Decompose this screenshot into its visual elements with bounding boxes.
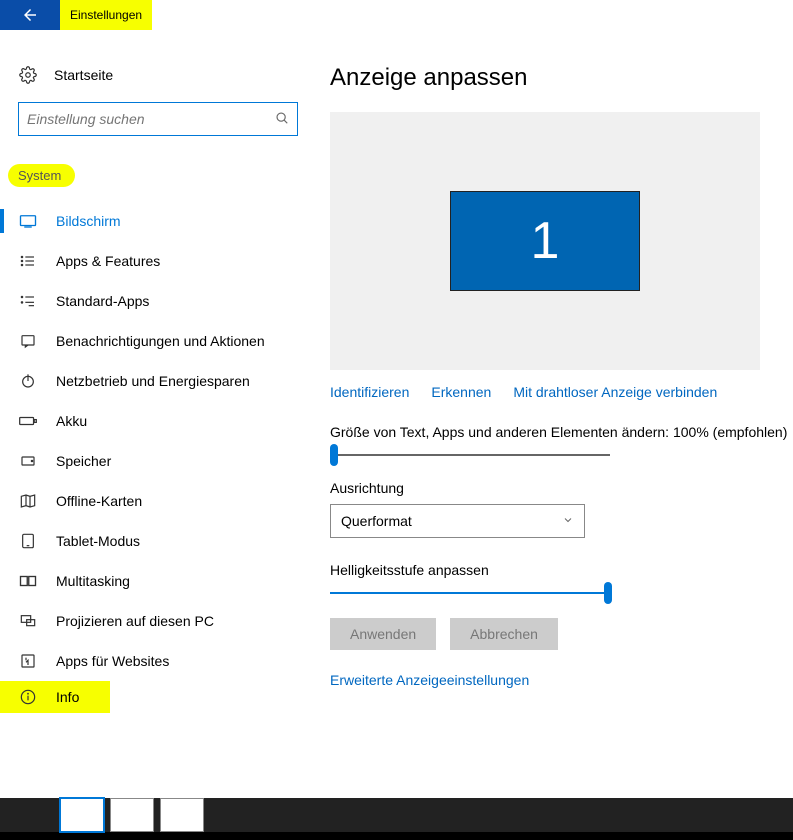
sidebar: Startseite System Bildschirm Apps & Feat… [0,30,330,798]
monitor-number: 1 [531,211,560,271]
sidebar-item-project[interactable]: Projizieren auf diesen PC [0,601,330,641]
sidebar-item-multitasking[interactable]: Multitasking [0,561,330,601]
cancel-button[interactable]: Abbrechen [450,618,558,650]
project-icon [18,613,38,629]
info-icon [18,689,38,705]
sidebar-item-storage[interactable]: Speicher [0,441,330,481]
sidebar-item-battery[interactable]: Akku [0,401,330,441]
orientation-value: Querformat [341,513,412,529]
thumbnail[interactable] [160,798,204,832]
slider-thumb[interactable] [604,582,612,604]
monitor-1[interactable]: 1 [450,191,640,291]
detect-link[interactable]: Erkennen [431,384,491,400]
gear-icon [18,66,38,84]
sidebar-home[interactable]: Startseite [0,58,330,102]
default-apps-icon [18,293,38,309]
sidebar-item-info[interactable]: Info [0,681,110,713]
sidebar-item-label: Tablet-Modus [56,533,140,549]
slider-thumb[interactable] [330,444,338,466]
brightness-slider[interactable] [330,592,610,594]
brightness-label: Helligkeitsstufe anpassen [330,562,793,578]
sidebar-home-label: Startseite [54,67,113,83]
scale-label: Größe von Text, Apps und anderen Element… [330,424,793,440]
sidebar-item-label: Speicher [56,453,111,469]
apply-button[interactable]: Anwenden [330,618,436,650]
sidebar-item-display[interactable]: Bildschirm [0,201,330,241]
advanced-display-link[interactable]: Erweiterte Anzeigeeinstellungen [330,672,793,688]
sidebar-item-offline-maps[interactable]: Offline-Karten [0,481,330,521]
sidebar-item-label: Apps & Features [56,253,160,269]
back-button[interactable] [0,0,60,30]
sidebar-item-apps-websites[interactable]: Apps für Websites [0,641,330,681]
notification-icon [18,333,38,349]
power-icon [18,373,38,389]
display-action-links: Identifizieren Erkennen Mit drahtloser A… [330,384,793,400]
search-box[interactable] [18,102,298,136]
arrow-left-icon [21,6,39,24]
thumbnail[interactable] [110,798,154,832]
list-icon [18,253,38,269]
sidebar-item-apps-features[interactable]: Apps & Features [0,241,330,281]
orientation-select[interactable]: Querformat [330,504,585,538]
identify-link[interactable]: Identifizieren [330,384,409,400]
apply-cancel-row: Anwenden Abbrechen [330,618,793,650]
orientation-label: Ausrichtung [330,480,793,496]
multitasking-icon [18,574,38,588]
sidebar-item-label: Bildschirm [56,213,121,229]
sidebar-item-label: Standard-Apps [56,293,149,309]
sidebar-item-notifications[interactable]: Benachrichtigungen und Aktionen [0,321,330,361]
tablet-icon [18,533,38,549]
sidebar-item-label: Multitasking [56,573,130,589]
sidebar-item-label: Netzbetrieb und Energiesparen [56,373,250,389]
sidebar-item-label: Akku [56,413,87,429]
sidebar-item-default-apps[interactable]: Standard-Apps [0,281,330,321]
battery-icon [18,415,38,427]
wireless-link[interactable]: Mit drahtloser Anzeige verbinden [513,384,717,400]
taskbar-thumbnails [60,798,204,832]
search-icon [275,111,289,128]
thumbnail[interactable] [60,798,104,832]
page-heading: Anzeige anpassen [330,64,793,92]
sidebar-item-label: Apps für Websites [56,653,169,669]
sidebar-category: System [8,164,75,187]
search-input[interactable] [27,111,275,127]
monitor-icon [18,214,38,228]
content-pane: Anzeige anpassen 1 Identifizieren Erkenn… [330,30,793,798]
chevron-down-icon [562,513,574,529]
window-title: Einstellungen [60,0,152,30]
taskbar[interactable] [0,832,793,840]
scale-slider[interactable] [330,454,610,456]
sidebar-item-label: Projizieren auf diesen PC [56,613,214,629]
sidebar-item-label: Benachrichtigungen und Aktionen [56,333,265,349]
main-area: Startseite System Bildschirm Apps & Feat… [0,30,793,798]
sidebar-item-label: Info [56,689,79,705]
map-icon [18,493,38,509]
sidebar-item-power[interactable]: Netzbetrieb und Energiesparen [0,361,330,401]
titlebar: Einstellungen [0,0,793,30]
display-preview[interactable]: 1 [330,112,760,370]
sidebar-item-tablet-mode[interactable]: Tablet-Modus [0,521,330,561]
apps-websites-icon [18,653,38,669]
sidebar-item-label: Offline-Karten [56,493,142,509]
storage-icon [18,453,38,469]
